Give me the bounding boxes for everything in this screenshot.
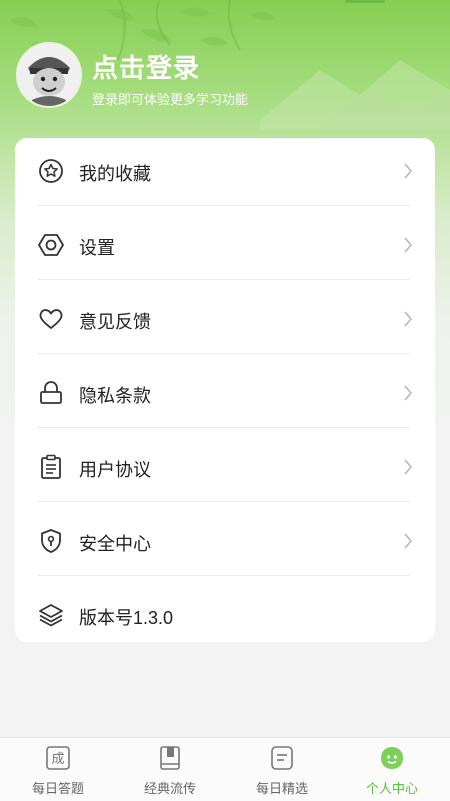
tab-label: 个人中心 [365,782,418,797]
avatar[interactable] [16,42,82,108]
menu-item-security-center[interactable]: 安全中心 [15,508,435,582]
tab-profile[interactable]: 个人中心 [336,738,448,801]
tab-classics[interactable]: 经典流传 [114,738,226,801]
chevron-right-icon [404,533,413,549]
menu-item-settings[interactable]: 设置 [15,212,435,286]
chevron-right-icon [404,237,413,253]
profile-face-icon [381,747,403,769]
menu-item-label: 意见反馈 [79,312,151,332]
version-label: 版本号1.3.0 [79,608,174,628]
login-title[interactable]: 点击登录 [92,48,200,85]
menu-item-label: 用户协议 [79,460,151,480]
divider [37,427,410,428]
settings-icon [37,231,65,259]
menu-item-version: 版本号1.3.0 [15,582,435,642]
divider [37,205,410,206]
menu-item-user-agreement[interactable]: 用户协议 [15,434,435,508]
note-icon [271,746,293,770]
tab-daily-quiz[interactable]: 成 每日答题 [2,738,114,801]
chevron-right-icon [404,163,413,179]
favorite-star-icon [37,157,65,185]
cartoon-avatar-icon [18,44,80,106]
menu-card: 我的收藏 设置 意见反馈 隐私条款 用户协议 安全中心 版本号1.3.0 [15,138,435,642]
menu-item-feedback[interactable]: 意见反馈 [15,286,435,360]
tab-label: 每日精选 [255,782,308,797]
idiom-tile-glyph: 成 [51,752,64,767]
tab-label: 每日答题 [31,782,84,797]
menu-item-label: 设置 [79,238,115,258]
menu-item-favorites[interactable]: 我的收藏 [15,138,435,212]
clipboard-icon [37,453,65,481]
menu-item-privacy[interactable]: 隐私条款 [15,360,435,434]
menu-item-label: 我的收藏 [79,164,151,184]
chevron-right-icon [404,385,413,401]
book-icon [160,746,180,770]
tab-label: 经典流传 [143,782,196,797]
login-subtitle: 登录即可体验更多学习功能 [92,93,249,108]
divider [37,501,410,502]
menu-item-label: 隐私条款 [79,386,151,406]
menu-item-label: 安全中心 [79,534,151,554]
heart-icon [37,305,65,333]
divider [37,279,410,280]
divider [37,575,410,576]
bottom-tab-bar: 成 每日答题 经典流传 每日精选 个人中心 [0,737,450,801]
chevron-right-icon [404,459,413,475]
divider [37,353,410,354]
chevron-right-icon [404,311,413,327]
shield-icon [37,527,65,555]
layers-icon [37,601,65,629]
idiom-tile-icon: 成 [46,746,70,770]
tab-daily-picks[interactable]: 每日精选 [226,738,338,801]
lock-icon [37,379,65,407]
